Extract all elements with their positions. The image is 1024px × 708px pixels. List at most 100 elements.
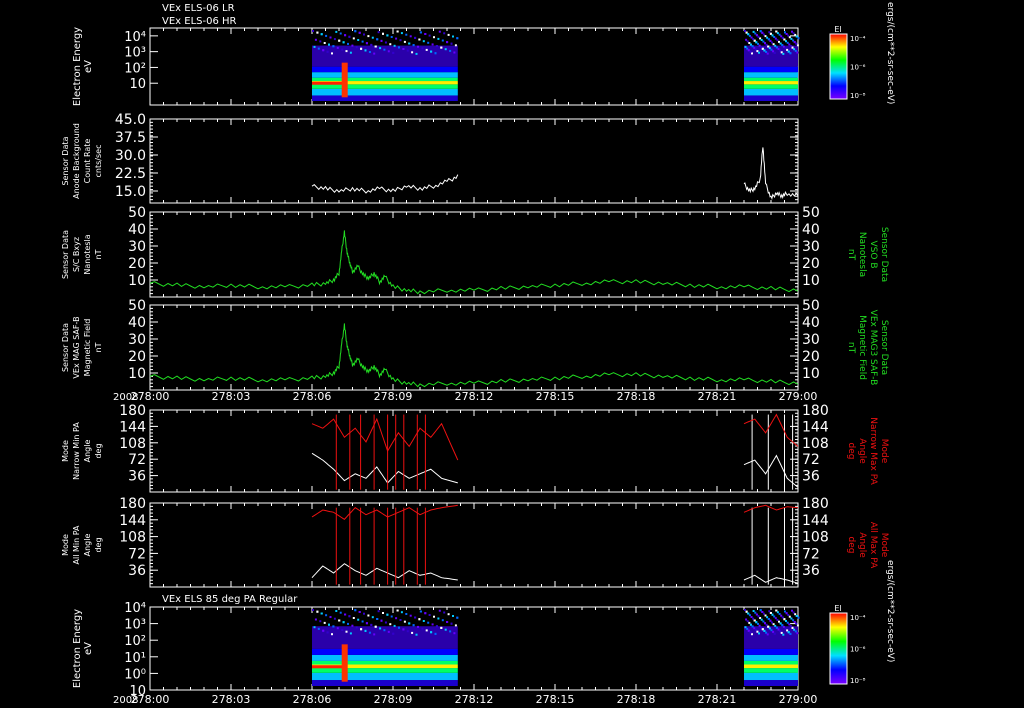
panel1-spectrogram-hot-column: [341, 62, 348, 98]
panel7-spectrogram-speckle: [374, 625, 377, 628]
panel7-spectrogram-speckle: [319, 620, 322, 623]
panel7-spectrogram-speckle: [444, 628, 447, 631]
panel7-spectrogram-speckle: [379, 627, 382, 630]
panel7-spectrogram-speckle: [786, 629, 789, 632]
panel1-spectrogram-speckle: [446, 41, 449, 44]
panel7-spectrogram-speckle: [749, 631, 752, 634]
panel1-spectrogram-band: [312, 66, 458, 73]
panel7-spectrogram-speckle: [422, 620, 425, 622]
header-line-1: VEx ELS-06 LR: [162, 3, 235, 14]
panel1-spectrogram-speckle: [433, 36, 435, 39]
panel1-spectrogram-speckle: [349, 51, 352, 54]
panel7-spectrogram-hot: [312, 665, 345, 669]
panel7-spectrogram-speckle: [376, 618, 379, 620]
panel7-spectrogram-band: [744, 668, 798, 673]
x-tick-label-mid: 278:15: [536, 390, 575, 403]
panel1-spectrogram-speckle: [352, 37, 355, 40]
panel1-spectrogram-band: [312, 77, 458, 82]
panel7-spectrogram-speckle: [441, 619, 444, 622]
panel7-spectrogram-speckle: [760, 618, 763, 621]
panel3-ylabel-line: Sensor Data: [61, 230, 70, 279]
panel3-ytick-label: 20: [128, 256, 146, 272]
panel1-spectrogram-speckle: [758, 51, 760, 54]
panel6-ylabel-line: Angle: [83, 534, 92, 557]
panel7-spectrogram-speckle: [765, 623, 768, 626]
panel7-spectrogram-speckle: [328, 623, 330, 626]
panel1-ytick-label: 10: [129, 77, 146, 92]
panel7-spectrogram-speckle: [788, 615, 791, 618]
panel7-spectrogram-speckle: [433, 615, 435, 618]
panel4-ylabel-line: Magnetic Field: [83, 319, 92, 377]
panel7-spectrogram-speckle: [361, 620, 364, 623]
panel4-ytick-label-right: 20: [802, 349, 820, 365]
panel7-spectrogram-speckle: [357, 618, 360, 621]
panel2-frame: [149, 118, 799, 204]
panel6-ytick-label: 144: [119, 513, 146, 529]
panel7-spectrogram-speckle: [316, 610, 319, 613]
panel1-spectrogram-band: [312, 72, 458, 78]
panel7-spectrogram-speckle: [766, 616, 769, 619]
panel4-ytick-label: 20: [128, 349, 146, 365]
panel5-ylabel-right-line: Angle: [857, 438, 867, 464]
panel7-spectrogram-speckle: [747, 612, 750, 615]
panel3-ytick-label-right: 30: [802, 239, 820, 255]
panel6-ytick-label-right: 36: [802, 563, 820, 579]
panel1-spectrogram-speckle: [322, 49, 325, 52]
panel7-spectrogram-speckle: [773, 632, 776, 635]
panel7-spectrogram-speckle: [746, 627, 749, 630]
panel7-spectrogram-speckle: [430, 631, 433, 634]
panel6-series-max: [311, 504, 458, 520]
panel7-colorbar-tick: 10⁻⁴: [850, 614, 866, 622]
panel6-ytick-label-right: 144: [802, 513, 829, 529]
panel1-spectrogram-speckle: [339, 32, 342, 35]
panel7-spectrogram-speckle: [347, 622, 349, 625]
x-tick-label-mid: 278:21: [698, 390, 737, 403]
panel7-spectrogram-speckle: [425, 629, 428, 632]
panel4-ylabel-line: VEx MAG SAF-B: [72, 316, 81, 378]
panel1-spectrogram-speckle: [452, 35, 454, 38]
panel1-spectrogram-band: [744, 84, 798, 89]
panel5-ylabel-line: Narrow Min PA: [72, 422, 81, 480]
panel7-spectrogram-speckle: [418, 618, 421, 621]
panel6-ylabel-right-line: Angle: [857, 532, 867, 558]
panel1-spectrogram-speckle: [775, 30, 778, 33]
panel7-spectrogram-speckle: [766, 633, 769, 636]
panel4-series-line: [149, 323, 799, 388]
panel2-ylabel-line: Sensor Data: [61, 136, 70, 185]
panel7-spectrogram-speckle: [365, 622, 368, 625]
panel1-spectrogram-speckle: [755, 41, 758, 44]
panel1-spectrogram-speckle: [766, 52, 769, 55]
panel1-spectrogram-speckle: [405, 33, 408, 36]
panel7-spectrogram-band: [312, 648, 458, 655]
panel7-spectrogram-speckle: [367, 614, 370, 617]
panel1-spectrogram-band: [744, 77, 798, 82]
panel1-spectrogram-speckle: [447, 33, 450, 36]
panel3-ytick-label: 50: [128, 205, 146, 221]
panel4-frame: [149, 304, 799, 391]
panel4-ytick-label: 40: [128, 315, 146, 331]
panel7-spectrogram-speckle: [339, 611, 342, 614]
x-tick-label-mid: 278:06: [293, 390, 332, 403]
panel5-ytick-label: 108: [119, 436, 146, 452]
panel3-ylabel-right-line: nT: [846, 249, 856, 261]
panel7-spectrogram-speckle: [398, 626, 400, 629]
panel7-spectrogram-speckle: [312, 609, 314, 611]
panel1-spectrogram-speckle: [357, 39, 360, 41]
panel1-spectrogram-speckle: [348, 35, 351, 38]
x-tick-label-bottom: 278:03: [212, 693, 251, 706]
panel1-spectrogram-speckle: [419, 31, 422, 34]
panel7-spectrogram-speckle: [403, 620, 406, 623]
panel7-spectrogram-speckle: [371, 616, 374, 619]
panel1-colorbar-tick: 10⁻⁶: [850, 64, 866, 72]
panel6-ylabel-line: All Min PA: [72, 525, 81, 565]
panel1-colorbar-label: El: [834, 25, 841, 34]
panel7-spectrogram-speckle: [412, 624, 415, 627]
panel7-spectrogram-speckle: [767, 625, 770, 628]
panel1-spectrogram-speckle: [313, 45, 316, 48]
panel1-spectrogram-speckle: [332, 45, 335, 48]
panel7-spectrogram-hot-column: [341, 644, 348, 682]
panel1-spectrogram-speckle: [796, 51, 799, 54]
panel5-ytick-label-right: 72: [802, 452, 820, 468]
panel7-spectrogram-speckle: [338, 619, 341, 622]
panel1-spectrogram-speckle: [797, 37, 800, 40]
